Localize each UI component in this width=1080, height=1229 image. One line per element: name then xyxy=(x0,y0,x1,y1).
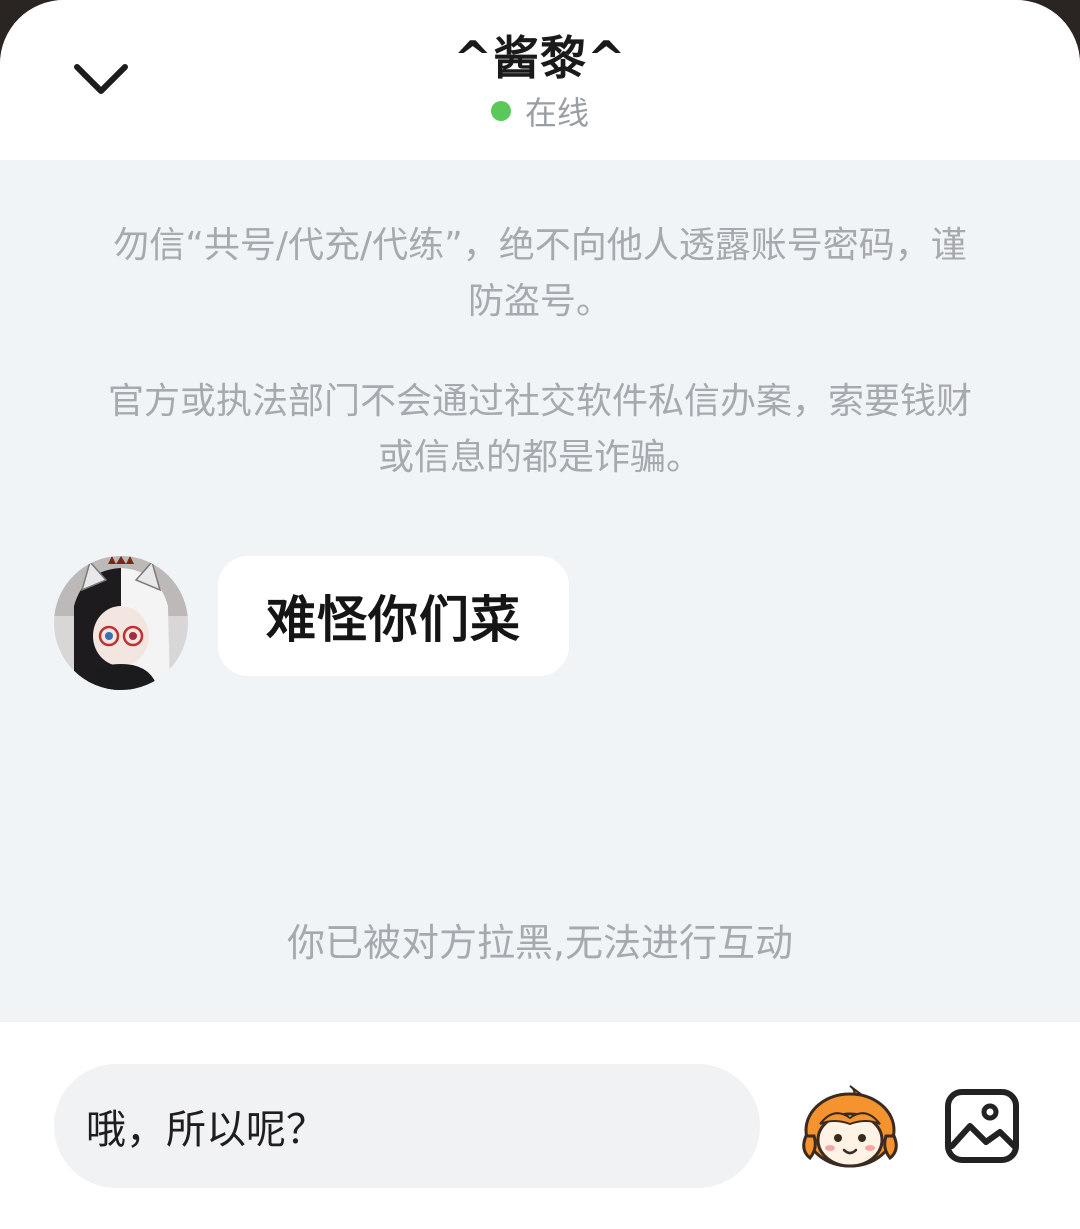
image-button[interactable] xyxy=(944,1088,1020,1164)
account-safety-notice: 勿信“共号/代充/代练”，绝不向他人透露账号密码，谨防盗号。 xyxy=(113,225,967,322)
chat-title: ^酱黎^ xyxy=(453,31,627,85)
message-bubble[interactable]: 难怪你们菜 xyxy=(218,556,569,676)
chat-sheet: ^酱黎^ 在线 勿信“共号/代充/代练”，绝不向他人透露账号密码，谨防盗号。 官… xyxy=(0,0,1080,1229)
chat-header: ^酱黎^ 在线 xyxy=(0,0,1080,160)
fraud-warning-notice: 官方或执法部门不会通过社交软件私信办案，索要钱财或信息的都是诈骗。 xyxy=(107,381,972,478)
blocked-notice: 你已被对方拉黑,无法进行互动 xyxy=(286,921,794,965)
message-row: 难怪你们菜 xyxy=(54,556,569,690)
input-bar: 哦，所以呢？ xyxy=(0,1022,1080,1229)
image-icon xyxy=(945,1089,1019,1163)
user-avatar[interactable] xyxy=(54,556,188,690)
emoji-button[interactable] xyxy=(800,1084,900,1170)
online-status: 在线 xyxy=(0,88,1080,134)
status-dot xyxy=(490,101,511,121)
message-input[interactable]: 哦，所以呢？ xyxy=(54,1064,760,1188)
status-text: 在线 xyxy=(524,94,589,132)
emoji-mascot-icon xyxy=(802,1085,898,1168)
